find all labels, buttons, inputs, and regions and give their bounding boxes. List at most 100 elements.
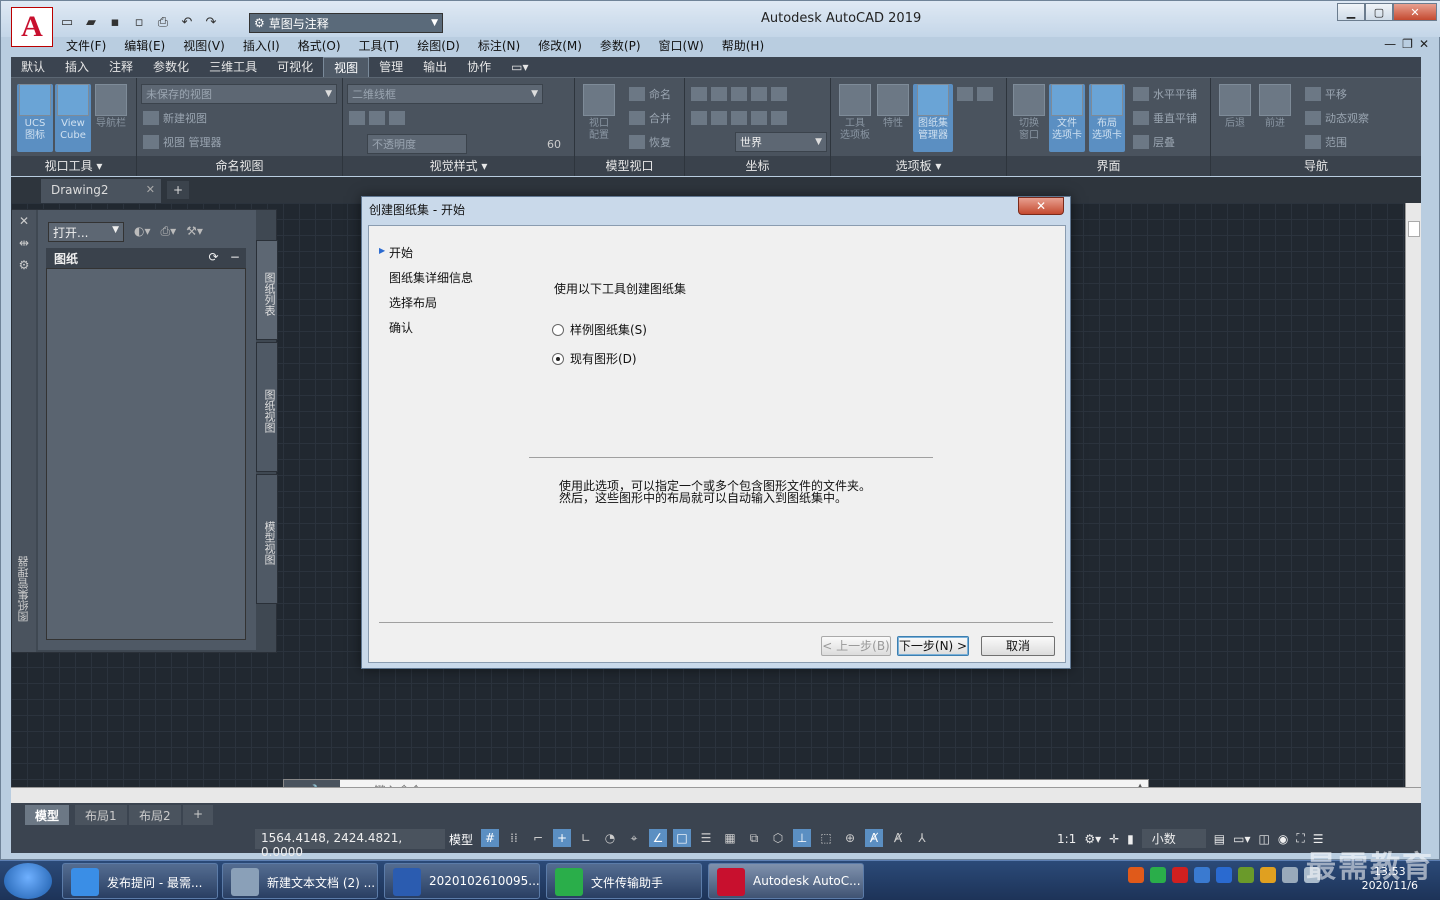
named-viewport-button[interactable]: 命名 bbox=[629, 84, 671, 104]
coordinate-readout[interactable]: 1564.4148, 2424.4821, 0.0000 bbox=[255, 829, 445, 859]
view-manager-button[interactable]: 视图 管理器 bbox=[143, 132, 222, 152]
units-dropdown[interactable]: 小数 bbox=[1141, 829, 1206, 848]
autocad-logo-icon[interactable]: A bbox=[11, 7, 53, 47]
workspace-dropdown[interactable]: ⚙ 草图与注释 ▼ bbox=[249, 13, 443, 33]
new-view-button[interactable]: 新建视图 bbox=[143, 108, 207, 128]
tab-visualize[interactable]: 可视化 bbox=[267, 57, 323, 77]
forward-button[interactable]: 前进 bbox=[1257, 84, 1293, 152]
horizontal-scrollbar[interactable] bbox=[11, 787, 1421, 803]
dynamic-ucs-icon[interactable]: ⊥ bbox=[793, 829, 811, 847]
weibo-icon[interactable] bbox=[1172, 867, 1188, 883]
properties-icon[interactable]: ⚙ bbox=[12, 258, 36, 272]
lineweight-icon[interactable]: ☰ bbox=[697, 829, 715, 847]
transparency-icon[interactable]: ▦ bbox=[721, 829, 739, 847]
cascade-button[interactable]: 层叠 bbox=[1133, 132, 1175, 152]
vertical-scrollbar[interactable] bbox=[1405, 203, 1421, 787]
redo-icon[interactable]: ↷ bbox=[201, 13, 221, 31]
tab-sheet-views[interactable]: 图纸视图 bbox=[256, 342, 278, 472]
quick-properties-icon[interactable]: ▮ bbox=[1127, 832, 1134, 846]
workspace-gear-icon[interactable]: ⚙▾ bbox=[1084, 832, 1101, 846]
menu-help[interactable]: 帮助(H) bbox=[713, 37, 773, 55]
menu-insert[interactable]: 插入(I) bbox=[234, 37, 289, 55]
undo-icon[interactable]: ↶ bbox=[177, 13, 197, 31]
dynamic-input-icon[interactable]: + bbox=[553, 829, 571, 847]
tab-layout2[interactable]: 布局2 bbox=[129, 805, 181, 825]
sheet-list[interactable] bbox=[46, 268, 246, 640]
layout-tabs-toggle[interactable]: 布局 选项卡 bbox=[1089, 84, 1125, 152]
qq-icon[interactable] bbox=[1260, 867, 1276, 883]
tab-collaborate[interactable]: 协作 bbox=[457, 57, 501, 77]
nvidia-icon[interactable] bbox=[1238, 867, 1254, 883]
tab-sheet-list[interactable]: 图纸列表 bbox=[256, 240, 278, 340]
taskbar-autocad[interactable]: Autodesk AutoC... bbox=[708, 863, 864, 899]
model-space-toggle[interactable]: 模型 bbox=[449, 829, 473, 850]
next-button[interactable]: 下一步(N) > bbox=[897, 636, 969, 656]
taskbar-word[interactable]: 2020102610095... bbox=[384, 863, 540, 899]
refresh-icon[interactable]: ⟳ − bbox=[208, 250, 240, 264]
gizmo-icon[interactable]: ⊕ bbox=[841, 829, 859, 847]
open-folder-icon[interactable]: ▰ bbox=[81, 13, 101, 31]
tab-3d-tools[interactable]: 三维工具 bbox=[199, 57, 267, 77]
back-button[interactable]: < 上一步(B) bbox=[821, 636, 891, 656]
ortho-icon[interactable]: ∟ bbox=[577, 829, 595, 847]
menu-format[interactable]: 格式(O) bbox=[289, 37, 350, 55]
isodraft-icon[interactable]: ⌖ bbox=[625, 829, 643, 847]
close-icon[interactable]: ✕ bbox=[12, 214, 36, 228]
object-snap-icon[interactable]: □ bbox=[673, 829, 691, 847]
network-app-icon[interactable] bbox=[1216, 867, 1232, 883]
back-button[interactable]: 后退 bbox=[1217, 84, 1253, 152]
zoom-extents-button[interactable]: 范围 bbox=[1305, 132, 1347, 152]
ucs-icon-button[interactable]: UCS 图标 bbox=[17, 84, 53, 152]
menu-tools[interactable]: 工具(T) bbox=[350, 37, 409, 55]
scrollbar-thumb[interactable] bbox=[1408, 221, 1420, 237]
auto-scale-icon[interactable]: Ⱥ bbox=[889, 829, 907, 847]
menu-window[interactable]: 窗口(W) bbox=[650, 37, 713, 55]
panel-title[interactable]: 选项板 ▾ bbox=[831, 156, 1006, 176]
panel-title[interactable]: 视觉样式 ▾ bbox=[343, 156, 574, 176]
join-viewport-button[interactable]: 合并 bbox=[629, 108, 671, 128]
hardware-acceleration-icon[interactable]: ◉ bbox=[1278, 832, 1288, 846]
tool-palettes-button[interactable]: 工具 选项板 bbox=[837, 84, 873, 152]
annotation-visibility-icon[interactable]: Ⱥ bbox=[865, 829, 883, 847]
dialog-close-button[interactable]: ✕ bbox=[1018, 197, 1064, 215]
tab-annotate[interactable]: 注释 bbox=[99, 57, 143, 77]
tab-view[interactable]: 视图 bbox=[323, 56, 370, 78]
start-button[interactable] bbox=[4, 863, 52, 899]
named-view-dropdown[interactable]: 未保存的视图 ▼ bbox=[141, 84, 337, 104]
new-tab-button[interactable]: + bbox=[167, 181, 189, 199]
palette-small-icons[interactable] bbox=[957, 84, 993, 104]
file-tab-drawing2[interactable]: Drawing2 ✕ bbox=[41, 179, 161, 203]
save-icon[interactable]: ▪ bbox=[105, 13, 125, 31]
auto-hide-icon[interactable]: ⇹ bbox=[12, 236, 36, 250]
annotation-scale[interactable]: 1:1 bbox=[1057, 832, 1076, 846]
selection-cycling-icon[interactable]: ⧉ bbox=[745, 829, 763, 847]
pan-button[interactable]: 平移 bbox=[1305, 84, 1347, 104]
menu-edit[interactable]: 编辑(E) bbox=[115, 37, 174, 55]
open-sheet-set-dropdown[interactable]: 打开... ▼ bbox=[48, 222, 124, 242]
taskbar-wechat[interactable]: 文件传输助手 bbox=[546, 863, 702, 899]
tab-parametric[interactable]: 参数化 bbox=[143, 57, 199, 77]
ucs-tools-row-1[interactable] bbox=[691, 84, 787, 104]
radio-existing-drawings[interactable]: 现有图形(D) bbox=[552, 350, 686, 367]
ime-icon[interactable] bbox=[1128, 867, 1144, 883]
radio-button[interactable] bbox=[552, 323, 564, 336]
panel-title[interactable]: 视口工具 ▾ bbox=[11, 156, 136, 176]
tab-default[interactable]: 默认 bbox=[11, 57, 55, 77]
cancel-button[interactable]: 取消 bbox=[981, 636, 1055, 656]
wechat-tray-icon[interactable] bbox=[1150, 867, 1166, 883]
viewcube-button[interactable]: View Cube bbox=[55, 84, 91, 152]
tab-output[interactable]: 输出 bbox=[413, 57, 457, 77]
crosshair-icon[interactable]: ✛ bbox=[1109, 832, 1119, 846]
properties-button[interactable]: 特性 bbox=[875, 84, 911, 152]
quick-properties-panel-icon[interactable]: ▤ bbox=[1214, 832, 1225, 846]
menu-view[interactable]: 视图(V) bbox=[174, 37, 234, 55]
close-icon[interactable]: ✕ bbox=[146, 183, 155, 196]
ucs-tools-row-2[interactable] bbox=[691, 108, 787, 128]
annotation-scale-icon[interactable]: ⅄ bbox=[913, 829, 931, 847]
network-icon[interactable] bbox=[1282, 867, 1298, 883]
plot-icon[interactable]: ⎙▾ bbox=[161, 224, 177, 239]
ribbon-minimize-icon[interactable]: ▭▾ bbox=[501, 57, 538, 77]
orbit-button[interactable]: 动态观察 bbox=[1305, 108, 1369, 128]
tile-vertical-button[interactable]: 垂直平铺 bbox=[1133, 108, 1197, 128]
tab-model-views[interactable]: 模型视图 bbox=[256, 474, 278, 604]
